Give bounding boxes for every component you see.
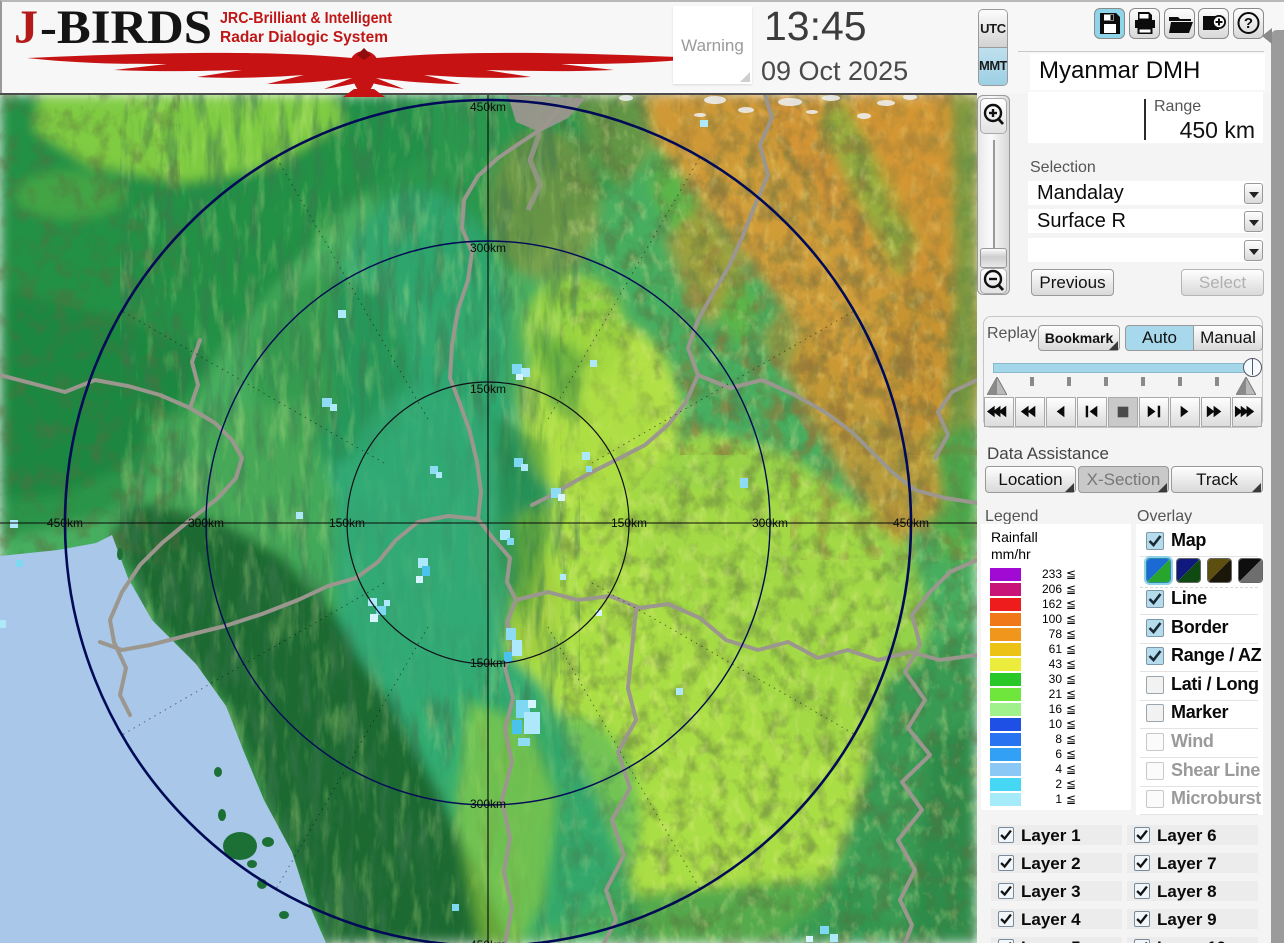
- svg-text:?: ?: [1244, 15, 1253, 32]
- svg-text:150km: 150km: [470, 382, 506, 396]
- svg-text:300km: 300km: [188, 516, 224, 530]
- svg-text:300km: 300km: [470, 241, 506, 255]
- svg-text:450km: 450km: [470, 938, 506, 943]
- svg-text:300km: 300km: [752, 516, 788, 530]
- svg-text:450km: 450km: [470, 100, 506, 114]
- svg-text:150km: 150km: [611, 516, 647, 530]
- svg-text:300km: 300km: [470, 797, 506, 811]
- svg-text:150km: 150km: [470, 656, 506, 670]
- svg-text:450km: 450km: [893, 516, 929, 530]
- svg-text:150km: 150km: [329, 516, 365, 530]
- svg-text:450km: 450km: [47, 516, 83, 530]
